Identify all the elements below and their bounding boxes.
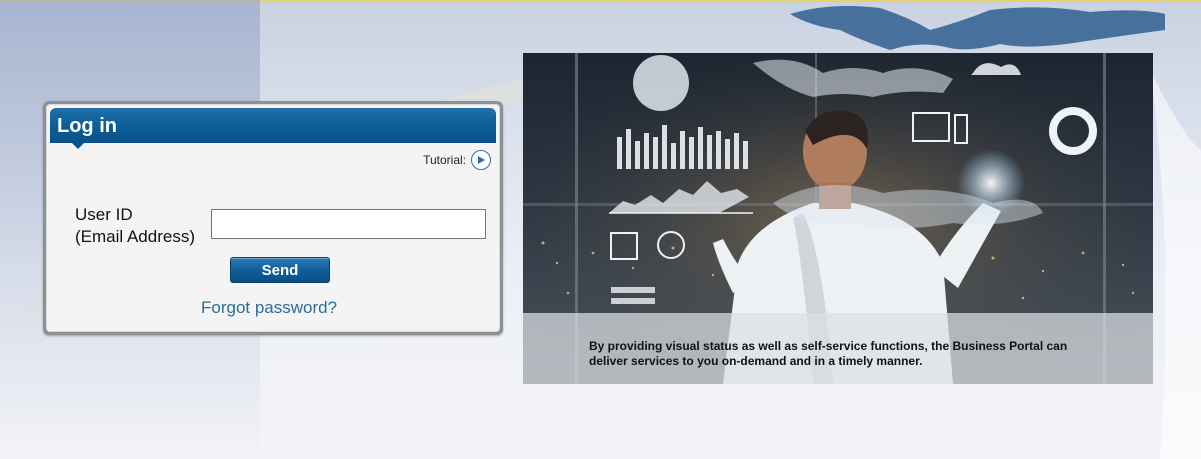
hero-image: By providing visual status as well as se… bbox=[523, 53, 1153, 384]
user-id-label-line2: (Email Address) bbox=[75, 227, 195, 246]
play-icon[interactable] bbox=[471, 150, 491, 170]
hero-caption-line1: By providing visual status as well as se… bbox=[589, 339, 1068, 353]
hero-caption: By providing visual status as well as se… bbox=[589, 339, 1129, 369]
send-button[interactable]: Send bbox=[230, 257, 330, 283]
forgot-password-link[interactable]: Forgot password? bbox=[201, 298, 337, 318]
login-title: Log in bbox=[57, 115, 117, 137]
header-notch bbox=[72, 143, 84, 149]
user-id-input[interactable] bbox=[211, 209, 486, 239]
login-panel-body: Log in Tutorial: User ID (Email Address)… bbox=[46, 104, 500, 332]
user-id-label-line1: User ID bbox=[75, 205, 133, 224]
tutorial-label: Tutorial: bbox=[423, 153, 466, 167]
tutorial-link[interactable]: Tutorial: bbox=[423, 150, 491, 170]
hero-caption-line2: deliver services to you on-demand and in… bbox=[589, 354, 923, 368]
login-header: Log in bbox=[50, 108, 496, 149]
login-panel: Log in Tutorial: User ID (Email Address)… bbox=[43, 101, 503, 335]
user-id-label: User ID (Email Address) bbox=[75, 204, 195, 248]
